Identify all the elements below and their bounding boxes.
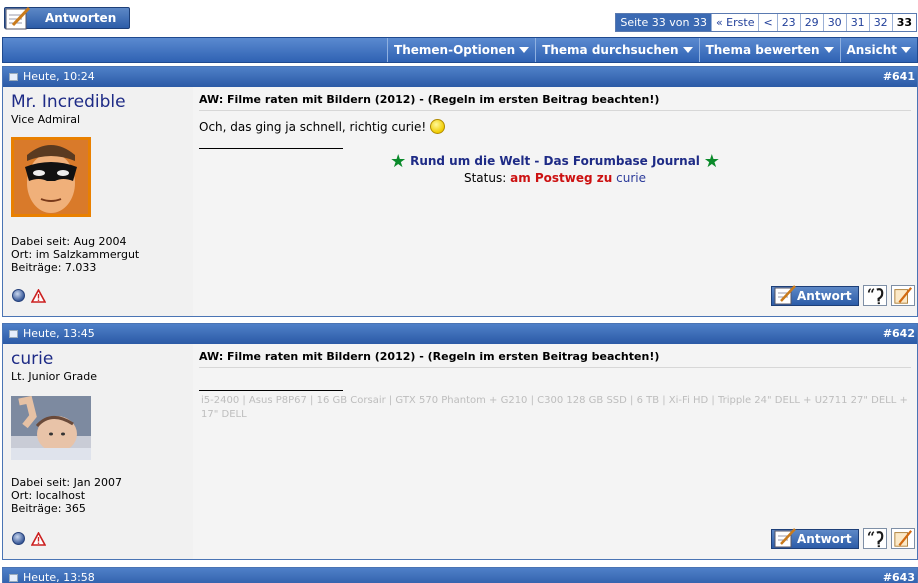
multi-quote-button[interactable] [891,528,915,549]
thread-tools-bar: Themen-Optionen Thema durchsuchen Thema … [2,37,918,63]
reply-button-label: Antwort [797,288,852,303]
post-time: Heute, 13:45 [23,327,95,340]
post-body: Mr. Incredible Vice Admiral Dabei seit: … [3,87,917,316]
quote-button[interactable]: “ [863,528,887,549]
signature-divider [199,148,343,149]
online-status-icon [12,532,25,545]
reply-top-label: Antworten [45,11,117,25]
post-time: Heute, 10:24 [23,70,95,83]
star-icon: ★ [703,151,720,172]
dropdown-arrow-icon [682,47,693,53]
first-page-link[interactable]: « Erste [710,14,759,31]
thread-options-menu[interactable]: Themen-Optionen [387,38,535,62]
reply-button[interactable]: Antwort [771,527,859,549]
svg-text:“: “ [867,287,875,304]
post-text: Och, das ging ja schnell, richtig curie! [199,120,427,134]
user-icons [12,289,46,303]
post-content: AW: Filme raten mit Bildern (2012) - (Re… [193,344,917,559]
post-title: AW: Filme raten mit Bildern (2012) - (Re… [199,93,660,106]
user-joined: Dabei seit: Aug 2004 [11,235,127,248]
journal-link[interactable]: Rund um die Welt - Das Forumbase Journal [410,154,700,168]
page-info[interactable]: Seite 33 von 33 [616,14,711,31]
post-header: Heute, 10:24 #641 [3,67,917,87]
post: Heute, 13:45 #642 curie Lt. Junior Grade… [2,323,918,560]
star-icon: ★ [390,151,407,172]
view-label: Ansicht [846,43,897,57]
post-header: Heute, 13:58 #643 [3,568,917,583]
post: Heute, 10:24 #641 Mr. Incredible Vice Ad… [2,66,918,317]
status-label: Status: [463,171,507,185]
post-document-icon [9,330,18,338]
post-message: Och, das ging ja schnell, richtig curie! [199,119,445,134]
rate-thread-label: Thema bewerten [705,43,820,57]
user-post-count: Beiträge: 7.033 [11,261,97,274]
online-status-icon [12,289,25,302]
user-info: Mr. Incredible Vice Admiral Dabei seit: … [3,87,193,316]
avatar[interactable] [11,137,91,217]
report-warning-icon[interactable] [31,289,46,303]
signature-divider [199,390,343,391]
user-location: Ort: localhost [11,489,86,502]
prev-page-link[interactable]: < [758,14,777,31]
notepad-pencil-icon [774,284,796,304]
dropdown-arrow-icon [823,47,834,53]
username-link[interactable]: Mr. Incredible [11,92,126,112]
page-navigation: Seite 33 von 33 « Erste < 23 29 30 31 32… [615,13,917,32]
page-link[interactable]: 29 [799,14,823,31]
quote-button[interactable]: “ [863,285,887,306]
user-joined: Dabei seit: Jan 2007 [11,476,123,489]
svg-text:“: “ [867,530,875,547]
post-number-link[interactable]: #642 [883,324,915,344]
user-stats: Dabei seit: Jan 2007 Ort: localhost Beit… [11,476,122,515]
post: Heute, 13:58 #643 [2,567,918,583]
post-document-icon [9,73,18,81]
notepad-pencil-icon [774,527,796,547]
post-content: AW: Filme raten mit Bildern (2012) - (Re… [193,87,917,316]
user-icons [12,532,46,546]
current-page: 33 [891,14,916,31]
post-body: curie Lt. Junior Grade Dabei seit: Jan 2… [3,344,917,559]
dropdown-arrow-icon [901,47,911,53]
view-menu[interactable]: Ansicht [839,38,917,62]
page-link[interactable]: 30 [822,14,846,31]
user-stats: Dabei seit: Aug 2004 Ort: im Salzkammerg… [11,235,139,274]
user-rank: Lt. Junior Grade [11,370,97,383]
title-divider [199,110,911,111]
post-number-link[interactable]: #643 [883,568,915,583]
thread-options-label: Themen-Optionen [394,43,516,57]
rate-thread-menu[interactable]: Thema bewerten [698,38,840,62]
post-title: AW: Filme raten mit Bildern (2012) - (Re… [199,350,660,363]
reply-top-button[interactable]: Antworten [4,6,130,30]
username-link[interactable]: curie [11,349,53,369]
reply-button-label: Antwort [797,531,852,546]
post-time: Heute, 13:58 [23,571,95,583]
post-document-icon [9,574,18,582]
post-action-buttons: Antwort “ [771,284,915,306]
signature: ★ Rund um die Welt - Das Forumbase Journ… [193,153,917,187]
page-link[interactable]: 31 [845,14,869,31]
hardware-signature: i5-2400 | Asus P8P67 | 16 GB Corsair | G… [201,395,908,420]
post-number-link[interactable]: #641 [883,67,915,87]
notepad-pencil-icon [5,6,31,30]
user-rank: Vice Admiral [11,113,81,126]
multi-quote-button[interactable] [891,285,915,306]
page-link[interactable]: 23 [776,14,800,31]
post-action-buttons: Antwort “ [771,527,915,549]
status-value: am Postweg zu [510,171,613,185]
post-header: Heute, 13:45 #642 [3,324,917,344]
avatar[interactable] [11,396,91,460]
user-info: curie Lt. Junior Grade Dabei seit: Jan 2… [3,344,193,559]
dropdown-arrow-icon [519,47,530,53]
smile-icon [429,119,445,134]
status-user: curie [616,171,646,185]
title-divider [199,367,911,368]
page-link[interactable]: 32 [868,14,892,31]
search-thread-menu[interactable]: Thema durchsuchen [535,38,698,62]
search-thread-label: Thema durchsuchen [542,43,679,57]
user-location: Ort: im Salzkammergut [11,248,140,261]
reply-button[interactable]: Antwort [771,284,859,306]
report-warning-icon[interactable] [31,532,46,546]
user-post-count: Beiträge: 365 [11,502,86,515]
